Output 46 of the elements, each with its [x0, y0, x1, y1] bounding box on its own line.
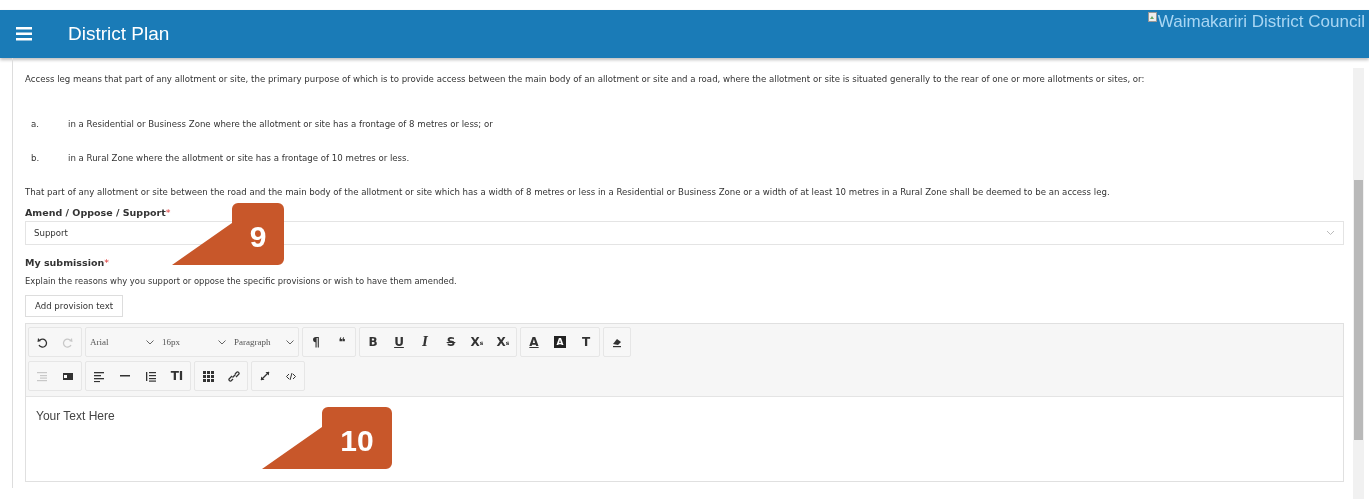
definition-text: That part of any allotment or site between the road and the main body of the allotment or site which has a width of 8 metres or less in a Residential or Business Zone or a width of at least 10 metres in a Rural Zone shall be deemed to be an access leg.	[25, 187, 1111, 197]
list-item-text: in a Residential or Business Zone where the allotment or site has a frontage of 8 metres or less; or	[68, 119, 493, 129]
chevron-down-icon	[218, 339, 226, 345]
horizontal-rule-icon	[120, 375, 130, 377]
list-marker: a.	[30, 119, 40, 129]
chevron-down-icon	[1326, 230, 1335, 236]
toolbar-button[interactable]: ¶	[303, 328, 329, 356]
toolbar-button[interactable]: I	[412, 328, 438, 356]
chevron-down-icon	[286, 339, 294, 345]
editor-text[interactable]: Your Text Here	[36, 409, 115, 423]
link-icon	[228, 369, 240, 383]
toolbar-dropdown[interactable]: 16px	[158, 328, 230, 356]
help-text: Explain the reasons why you support or oppose the specific provisions or wish to have them amended.	[25, 276, 458, 286]
list-marker: b.	[30, 153, 41, 163]
toolbar-dropdown[interactable]: Paragraph	[230, 328, 298, 356]
app-title: District Plan	[68, 23, 170, 45]
undo-icon	[36, 335, 48, 349]
toolbar-button[interactable]: U	[386, 328, 412, 356]
align-left-icon	[93, 369, 105, 383]
callout-badge: 9	[172, 203, 284, 267]
field-label: Amend / Oppose / Support*	[25, 207, 172, 218]
toolbar-dropdown[interactable]: Arial	[86, 328, 158, 356]
callout-badge: 10	[262, 407, 392, 471]
scrollbar[interactable]	[1353, 68, 1364, 499]
chevron-down-icon	[146, 339, 154, 345]
numbered-list-icon	[145, 369, 157, 383]
logo-alt-text: Waimakariri District Council	[1157, 12, 1365, 32]
menu-icon[interactable]	[16, 27, 32, 41]
toolbar-button[interactable]: A	[521, 328, 547, 356]
table-icon	[202, 369, 214, 383]
list-item-text: in a Rural Zone where the allotment or site has a frontage of 10 metres or less.	[68, 153, 410, 163]
toolbar-button[interactable]: T	[573, 328, 599, 356]
field-label: My submission*	[25, 257, 110, 268]
toolbar-button[interactable]: B	[360, 328, 386, 356]
broken-image-icon	[1147, 12, 1157, 22]
toolbar-button[interactable]: ❝	[329, 328, 355, 356]
scrollbar-thumb[interactable]	[1354, 180, 1363, 440]
definition-text: Access leg means that part of any allotment or site, the primary purpose of which is to provide access between the main body of an allotment or site and a road, where the allotment or site is situated generally to the rear of one or more allotments or sites, or:	[25, 74, 1146, 84]
redo-icon	[62, 335, 74, 349]
toolbar-button[interactable]: A	[554, 336, 566, 348]
toolbar-button[interactable]: X$^{s}$	[490, 328, 516, 356]
expand-icon	[259, 369, 271, 383]
toolbar-button[interactable]: S	[438, 328, 464, 356]
toolbar-button[interactable]: TI	[164, 362, 190, 390]
outdent-icon	[36, 369, 48, 383]
add-provision-button[interactable]: Add provision text	[25, 295, 124, 317]
